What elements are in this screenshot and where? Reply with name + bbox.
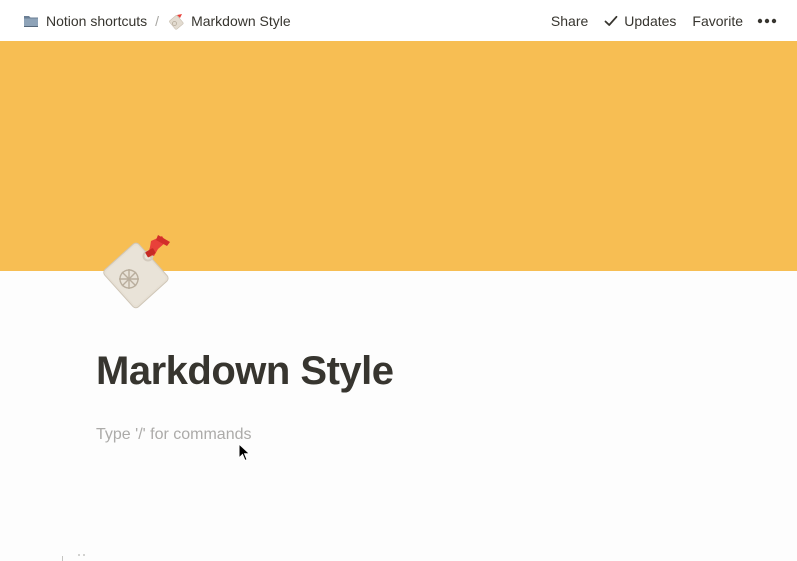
favorite-label: Favorite [692, 12, 743, 29]
more-options-icon [757, 18, 777, 23]
breadcrumb-page-label: Markdown Style [191, 12, 291, 29]
breadcrumb-workspace[interactable]: Notion shortcuts [18, 10, 151, 32]
breadcrumb-separator: / [155, 12, 160, 29]
updates-label: Updates [624, 12, 677, 29]
breadcrumb-workspace-label: Notion shortcuts [46, 12, 148, 29]
block-drag-handle-icon[interactable] [58, 552, 92, 561]
empty-block-placeholder[interactable]: Type '/' for commands [96, 426, 252, 444]
folder-icon [22, 12, 40, 30]
share-button[interactable]: Share [543, 10, 596, 32]
top-bar: Notion shortcuts / Markdown Style Share [0, 0, 797, 41]
more-options-button[interactable] [751, 15, 783, 27]
topbar-actions: Share Updates Favorite [543, 10, 783, 32]
favorite-button[interactable]: Favorite [684, 10, 751, 32]
name-badge-tag-icon [167, 12, 185, 30]
breadcrumb-page[interactable]: Markdown Style [163, 10, 295, 32]
name-badge-tag-icon [103, 235, 170, 309]
page-icon[interactable] [96, 232, 178, 312]
breadcrumb: Notion shortcuts / Markdown Style [18, 10, 295, 32]
updates-button[interactable]: Updates [596, 10, 684, 32]
mouse-pointer-icon [238, 443, 251, 462]
checkmark-icon [604, 15, 618, 26]
share-label: Share [550, 12, 589, 29]
page-title[interactable]: Markdown Style [96, 349, 394, 394]
